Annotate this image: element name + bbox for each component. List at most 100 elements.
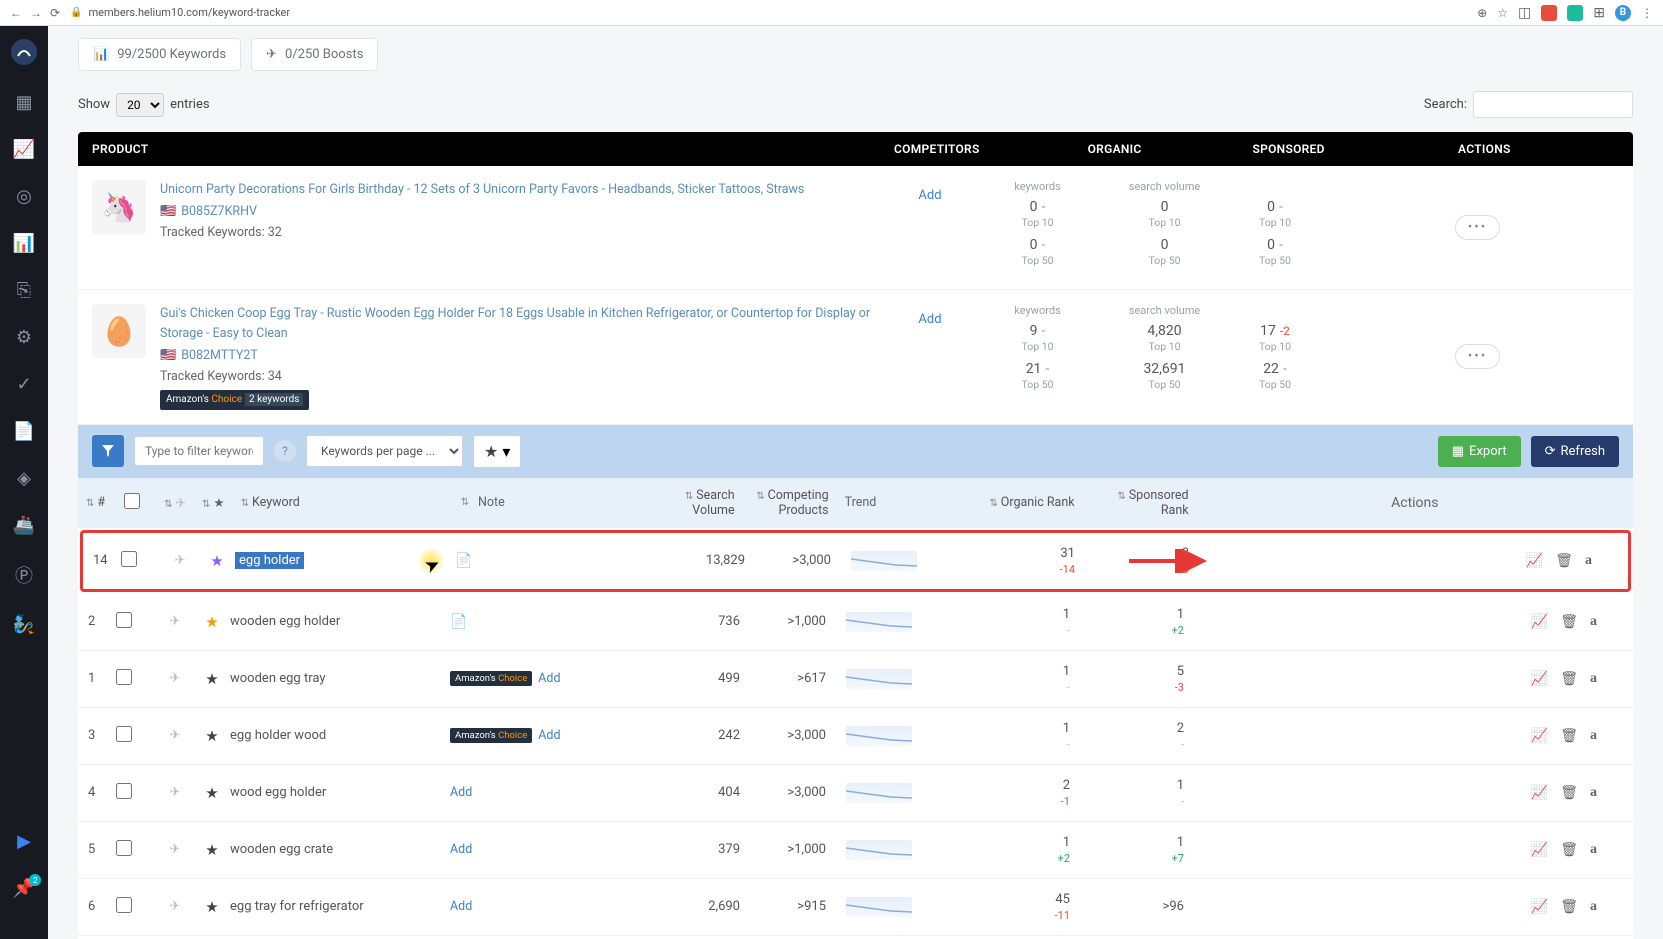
ext-icon-1[interactable]: ◫: [1518, 5, 1531, 21]
col-keyword[interactable]: ⇅Keyword: [233, 495, 453, 510]
add-note-link[interactable]: Add: [450, 842, 472, 857]
row-checkbox[interactable]: [116, 783, 132, 799]
amazon-icon[interactable]: a: [1590, 728, 1597, 744]
keywords-per-page-select[interactable]: Keywords per page ...: [306, 435, 463, 467]
star-toggle[interactable]: ★: [194, 784, 230, 802]
product-title[interactable]: Gui's Chicken Coop Egg Tray - Rustic Woo…: [160, 304, 872, 344]
col-star[interactable]: ⇅★: [194, 495, 233, 511]
chart-icon[interactable]: 📈: [1531, 728, 1548, 744]
amazon-icon[interactable]: a: [1590, 899, 1597, 915]
amazon-icon[interactable]: a: [1585, 553, 1592, 569]
logo[interactable]: [10, 38, 38, 66]
sidebar-item-1[interactable]: ▦: [15, 92, 32, 113]
row-checkbox[interactable]: [116, 612, 132, 628]
delete-icon[interactable]: 🗑: [1560, 728, 1578, 744]
delete-icon[interactable]: 🗑: [1560, 842, 1578, 858]
ph-competitors[interactable]: COMPETITORS: [886, 132, 988, 166]
sidebar-item-10[interactable]: 🚢: [13, 515, 35, 536]
star-toggle[interactable]: ★: [194, 841, 230, 859]
chart-icon[interactable]: 📈: [1531, 842, 1548, 858]
amazon-icon[interactable]: a: [1590, 671, 1597, 687]
row-checkbox[interactable]: [116, 840, 132, 856]
avatar[interactable]: B: [1615, 5, 1631, 21]
star-toggle[interactable]: ★: [194, 670, 230, 688]
col-boost[interactable]: ⇅✈: [156, 495, 194, 511]
ext-icon-4[interactable]: ⊞: [1593, 5, 1605, 21]
add-competitor-link[interactable]: Add: [918, 312, 941, 327]
forward-icon[interactable]: →: [30, 6, 42, 20]
boost-icon[interactable]: ✈: [161, 553, 199, 568]
chart-icon[interactable]: 📈: [1531, 614, 1548, 630]
amazon-icon[interactable]: a: [1590, 785, 1597, 801]
delete-icon[interactable]: 🗑: [1560, 671, 1578, 687]
sidebar-item-5[interactable]: ⎘: [17, 280, 31, 301]
col-trend[interactable]: Trend: [837, 495, 977, 510]
row-checkbox[interactable]: [116, 897, 132, 913]
col-num[interactable]: ⇅#: [78, 495, 116, 510]
star-icon[interactable]: ☆: [1497, 6, 1508, 20]
sidebar-item-8[interactable]: 📄: [13, 421, 35, 442]
star-toggle[interactable]: ★: [194, 613, 230, 631]
star-toggle[interactable]: ★: [194, 727, 230, 745]
keyword-text[interactable]: egg holder wood: [230, 728, 450, 743]
export-button[interactable]: ▦Export: [1438, 436, 1521, 467]
keyword-text[interactable]: wood egg holder: [230, 785, 450, 800]
zoom-icon[interactable]: ⊕: [1477, 6, 1487, 20]
boost-icon[interactable]: ✈: [156, 842, 194, 857]
menu-icon[interactable]: ⋮: [1641, 6, 1653, 20]
sidebar-item-tracker[interactable]: 📊: [13, 233, 35, 254]
col-checkbox[interactable]: [116, 493, 156, 513]
col-volume[interactable]: ⇅Search Volume: [633, 488, 743, 518]
keyword-text[interactable]: wooden egg crate: [230, 842, 450, 857]
row-checkbox[interactable]: [121, 551, 137, 567]
row-checkbox[interactable]: [116, 669, 132, 685]
add-note-link[interactable]: Add: [450, 785, 472, 800]
ph-product[interactable]: PRODUCT: [78, 132, 886, 166]
boost-icon[interactable]: ✈: [156, 785, 194, 800]
ph-actions[interactable]: ACTIONS: [1336, 132, 1633, 166]
more-button[interactable]: •••: [1455, 215, 1501, 240]
ph-sponsored[interactable]: SPONSORED: [1242, 132, 1336, 166]
product-title[interactable]: Unicorn Party Decorations For Girls Birt…: [160, 180, 804, 200]
note-icon[interactable]: 📄: [455, 553, 472, 569]
keyword-text[interactable]: egg holder: [235, 553, 455, 568]
star-toggle[interactable]: ★: [194, 898, 230, 916]
url-bar[interactable]: 🔒 members.helium10.com/keyword-tracker: [70, 6, 1467, 19]
note-icon[interactable]: 📄: [450, 614, 467, 630]
select-all-checkbox[interactable]: [124, 493, 140, 509]
add-note-link[interactable]: Add: [538, 671, 560, 686]
sidebar-play[interactable]: ▶: [17, 831, 31, 852]
reload-icon[interactable]: ⟳: [50, 6, 60, 20]
ph-organic[interactable]: ORGANIC: [988, 132, 1242, 166]
chart-icon[interactable]: 📈: [1531, 785, 1548, 801]
star-filter-dropdown[interactable]: ★▾: [473, 435, 521, 468]
keyword-text[interactable]: wooden egg tray: [230, 671, 450, 686]
col-sponsored[interactable]: ⇅Sponsored Rank: [1083, 488, 1197, 518]
chart-icon[interactable]: 📈: [1531, 671, 1548, 687]
boost-icon[interactable]: ✈: [156, 614, 194, 629]
search-input[interactable]: [1473, 91, 1633, 118]
chart-icon[interactable]: 📈: [1526, 553, 1543, 569]
col-organic[interactable]: ⇅Organic Rank: [977, 495, 1083, 510]
keyword-text[interactable]: egg tray for refrigerator: [230, 899, 450, 914]
sidebar-item-12[interactable]: 🧞: [13, 614, 35, 635]
add-note-link[interactable]: Add: [450, 899, 472, 914]
col-note[interactable]: ⇅Note: [453, 495, 633, 510]
sidebar-item-6[interactable]: ⚙: [16, 327, 32, 348]
amazon-icon[interactable]: a: [1590, 842, 1597, 858]
more-button[interactable]: •••: [1455, 344, 1501, 369]
keyword-filter-input[interactable]: [134, 436, 264, 466]
product-asin[interactable]: 🇺🇸B082MTTY2T: [160, 346, 872, 367]
boost-icon[interactable]: ✈: [156, 728, 194, 743]
ext-icon-3[interactable]: [1567, 5, 1583, 21]
amazon-icon[interactable]: a: [1590, 614, 1597, 630]
sidebar-item-7[interactable]: ✓: [16, 374, 31, 395]
delete-icon[interactable]: 🗑: [1560, 785, 1578, 801]
add-competitor-link[interactable]: Add: [918, 188, 941, 203]
ext-icon-2[interactable]: [1541, 5, 1557, 21]
row-checkbox[interactable]: [116, 726, 132, 742]
col-competing[interactable]: ⇅Competing Products: [743, 488, 837, 518]
sidebar-item-trends[interactable]: 📈: [13, 139, 35, 160]
star-toggle[interactable]: ★: [199, 552, 235, 570]
boost-icon[interactable]: ✈: [156, 899, 194, 914]
